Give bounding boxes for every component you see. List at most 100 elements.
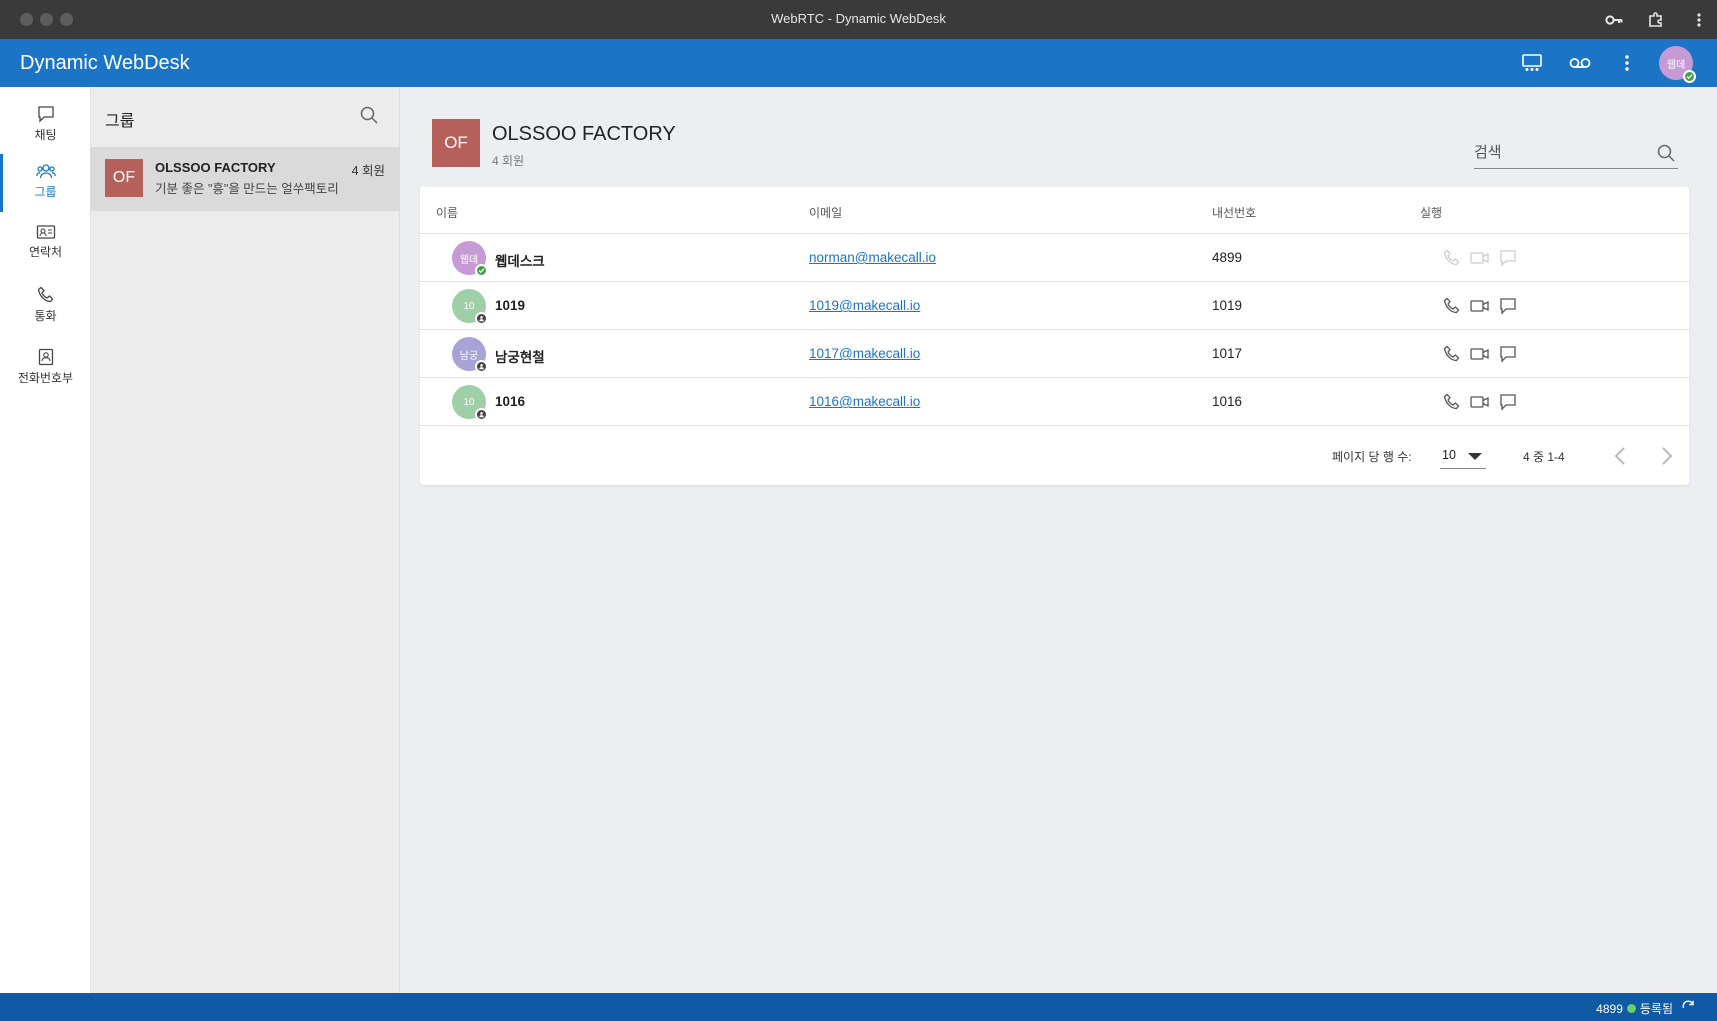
group-search-icon[interactable] [359, 105, 381, 127]
avatar-text: 10 [463, 396, 475, 408]
search-icon[interactable] [1656, 143, 1676, 168]
refresh-icon[interactable] [1681, 999, 1695, 1018]
online-status-icon [475, 264, 488, 277]
call-phone-icon[interactable] [1442, 297, 1462, 315]
title-bar: WebRTC - Dynamic WebDesk [0, 0, 1717, 39]
chevron-right-icon [1662, 447, 1673, 465]
table-row[interactable]: 남궁 남궁현철 1017@makecall.io 1017 [420, 330, 1689, 378]
app-window: WebRTC - Dynamic WebDesk Dynamic WebDesk… [0, 0, 1717, 1021]
chat-message-icon[interactable] [1498, 345, 1518, 363]
key-icon[interactable] [1603, 9, 1625, 31]
table-header: 이름 이메일 내선번호 실행 [420, 187, 1689, 234]
member-search-input[interactable] [1474, 139, 1644, 165]
more-vert-icon[interactable] [1688, 9, 1710, 31]
contact-card-icon [36, 225, 55, 239]
avatar: 10 [452, 385, 488, 421]
next-page-button[interactable] [1652, 441, 1682, 471]
status-bar: 4899 등록됨 [0, 993, 1717, 1021]
user-avatar-text: 웹데 [1666, 59, 1686, 71]
nav-group[interactable]: 그룹 [0, 154, 91, 212]
member-email-link[interactable]: norman@makecall.io [809, 250, 936, 265]
status-text: 등록됨 [1639, 1002, 1673, 1016]
chevron-left-icon [1614, 447, 1625, 465]
status-dot-icon [1626, 1004, 1636, 1013]
nav-chat[interactable]: 채팅 [0, 97, 91, 155]
avatar-text: 남궁 [459, 350, 479, 362]
member-email-link[interactable]: 1016@makecall.io [809, 394, 920, 409]
member-email-link[interactable]: 1019@makecall.io [809, 298, 920, 313]
group-name: OLSSOO FACTORY [155, 160, 276, 175]
chat-icon [37, 106, 54, 123]
nav-contacts-label: 연락처 [28, 245, 63, 259]
app-title: Dynamic WebDesk [20, 52, 190, 74]
offline-status-icon [475, 360, 488, 373]
prev-page-button[interactable] [1605, 441, 1635, 471]
rows-per-page-label: 페이지 당 행 수: [1332, 450, 1412, 464]
phone-icon [37, 286, 53, 303]
rows-per-page-value: 10 [1442, 448, 1456, 462]
group-avatar: OF [105, 159, 143, 197]
nav-phonebook[interactable]: 전화번호부 [0, 340, 91, 398]
group-list-item[interactable]: OF OLSSOO FACTORY 기분 좋은 "흥"을 만드는 얼쑤팩토리 4… [91, 147, 400, 211]
nav-calls-label: 통화 [34, 309, 57, 323]
video-call-icon[interactable] [1470, 345, 1490, 363]
group-detail-member-count: 4 회원 [492, 152, 524, 169]
window-title: WebRTC - Dynamic WebDesk [771, 11, 946, 26]
member-email-link[interactable]: 1017@makecall.io [809, 346, 920, 361]
video-call-icon[interactable] [1470, 297, 1490, 315]
col-email-header[interactable]: 이메일 [809, 204, 842, 221]
member-name: 남궁현철 [495, 350, 545, 365]
online-status-icon [1683, 70, 1696, 83]
registration-status: 4899 등록됨 [1596, 1000, 1673, 1017]
table-row[interactable]: 10 1019 1019@makecall.io 1019 [420, 282, 1689, 330]
extension-puzzle-icon[interactable] [1645, 9, 1667, 31]
chat-message-icon[interactable] [1498, 249, 1518, 267]
group-panel-title: 그룹 [105, 113, 135, 130]
group-detail-title: OLSSOO FACTORY [492, 123, 676, 145]
offline-status-icon [475, 312, 488, 325]
user-avatar[interactable]: 웹데 [1659, 46, 1696, 83]
member-extension: 1016 [1212, 394, 1243, 409]
avatar: 남궁 [452, 337, 488, 373]
nav-phonebook-label: 전화번호부 [17, 371, 74, 385]
phonebook-icon [38, 348, 53, 366]
nav-calls[interactable]: 통화 [0, 278, 91, 336]
member-extension: 1019 [1212, 298, 1243, 313]
avatar-text: 웹데 [459, 254, 479, 266]
status-extension: 4899 [1596, 1001, 1623, 1016]
page-range: 4 중 1-4 [1523, 450, 1565, 464]
group-icon [35, 164, 56, 179]
chat-message-icon[interactable] [1498, 393, 1518, 411]
col-name-header[interactable]: 이름 [436, 204, 458, 221]
more-vert-icon[interactable] [1615, 51, 1639, 75]
nav-group-label: 그룹 [34, 185, 57, 199]
call-phone-icon[interactable] [1442, 249, 1462, 267]
member-count-value: 4 [492, 154, 499, 168]
member-count-label: 회원 [502, 154, 525, 168]
offline-status-icon [475, 408, 488, 421]
voicemail-icon[interactable] [1568, 51, 1592, 75]
col-extension-header[interactable]: 내선번호 [1212, 204, 1256, 221]
chat-message-icon[interactable] [1498, 297, 1518, 315]
call-phone-icon[interactable] [1442, 345, 1462, 363]
table-row[interactable]: 10 1016 1016@makecall.io 1016 [420, 378, 1689, 426]
group-detail: OF OLSSOO FACTORY 4 회원 이름 이메일 내선번호 실행 웹데 [400, 87, 1717, 993]
member-name: 1016 [495, 394, 526, 409]
video-call-icon[interactable] [1470, 249, 1490, 267]
table-pagination: 페이지 당 행 수: 10 4 중 1-4 [420, 427, 1689, 485]
member-extension: 1017 [1212, 346, 1243, 361]
members-table: 이름 이메일 내선번호 실행 웹데 웹데스크 norman@makecall.i… [420, 187, 1689, 485]
table-row[interactable]: 웹데 웹데스크 norman@makecall.io 4899 [420, 234, 1689, 282]
nav-chat-label: 채팅 [34, 128, 57, 142]
member-search [1474, 139, 1678, 169]
call-phone-icon[interactable] [1442, 393, 1462, 411]
member-name: 1019 [495, 298, 526, 313]
avatar-text: 10 [463, 300, 475, 312]
avatar: 웹데 [452, 241, 488, 277]
avatar: 10 [452, 289, 488, 325]
conference-icon[interactable] [1520, 51, 1544, 75]
app-bar: Dynamic WebDesk 웹데 [0, 39, 1717, 87]
nav-contacts[interactable]: 연락처 [0, 216, 91, 274]
rows-per-page-select[interactable]: 10 [1440, 443, 1486, 469]
video-call-icon[interactable] [1470, 393, 1490, 411]
